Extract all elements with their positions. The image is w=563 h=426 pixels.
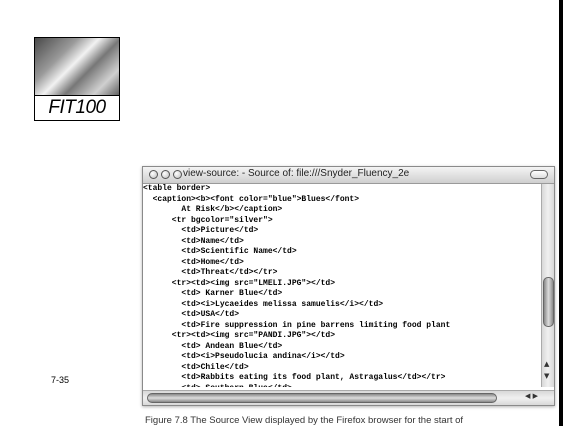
slide: FIT100 7-35 view-source: - Source of: fi…	[0, 0, 559, 426]
zoom-window-button[interactable]	[173, 170, 182, 179]
source-code-line: <td>Picture</td>	[143, 226, 259, 235]
source-code-line: <tr><td><img src="LMELI.JPG"></td>	[143, 278, 336, 288]
source-code-line: <td>Chile</td>	[143, 362, 249, 372]
horizontal-scroll-thumb[interactable]	[147, 393, 497, 403]
source-code-line: <td>Scientific Name</td>	[143, 247, 297, 256]
source-code-line: <tr bgcolor="silver">	[143, 215, 273, 225]
horizontal-scrollbar[interactable]: ◀ ▶	[143, 390, 554, 405]
view-source-window: view-source: - Source of: file:///Snyder…	[142, 166, 555, 406]
source-code-line: <td>Fire suppression in pine barrens lim…	[143, 320, 451, 330]
source-code-line: At Risk</b></caption>	[143, 205, 283, 214]
window-title: view-source: - Source of: file:///Snyder…	[183, 168, 410, 179]
page-number: 7-35	[51, 375, 70, 385]
window-titlebar[interactable]: view-source: - Source of: file:///Snyder…	[143, 167, 554, 184]
minimize-window-button[interactable]	[161, 170, 170, 179]
source-code-view[interactable]: <table border> <caption><b><font color="…	[143, 184, 541, 387]
fit100-logo: FIT100	[34, 37, 120, 121]
vertical-scroll-thumb[interactable]	[543, 277, 554, 327]
close-window-button[interactable]	[149, 170, 158, 179]
scroll-down-arrow-icon[interactable]: ▼	[544, 372, 549, 380]
source-code-line: <td> Karner Blue</td>	[143, 289, 283, 298]
figure-caption: Figure 7.8 The Source View displayed by …	[145, 415, 464, 426]
scroll-left-right-arrows-icon[interactable]: ◀ ▶	[525, 392, 538, 400]
source-code-line: <td>USA</td>	[143, 310, 240, 319]
source-code-line: <td> Andean Blue</td>	[143, 341, 283, 351]
source-code-line: <td>Threat</td></tr>	[143, 268, 278, 277]
scroll-up-arrow-icon[interactable]: ▲	[544, 360, 549, 368]
source-code-line: <td><i>Pseudolucia andina</i></td>	[143, 352, 345, 361]
source-code-line: <td><i>Lycaeides melissa samuelis</i></t…	[143, 299, 384, 309]
source-code-line: <td>Home</td>	[143, 257, 244, 267]
source-code-line: <td> Southern Blue</td>	[143, 384, 541, 388]
source-code-line: <td>Name</td>	[143, 236, 244, 246]
logo-label: FIT100	[35, 95, 119, 120]
vertical-scrollbar[interactable]: ▲ ▼	[541, 184, 554, 387]
wave-image	[35, 38, 119, 98]
source-code-line: <tr><td><img src="PANDI.JPG"></td>	[143, 331, 336, 340]
toolbar-toggle-button[interactable]	[530, 170, 548, 179]
source-code-line: <td>Rabbits eating its food plant, Astra…	[143, 373, 446, 382]
source-code-line: <table border>	[143, 184, 211, 193]
source-code-line: <caption><b><font color="blue">Blues</fo…	[143, 194, 360, 204]
